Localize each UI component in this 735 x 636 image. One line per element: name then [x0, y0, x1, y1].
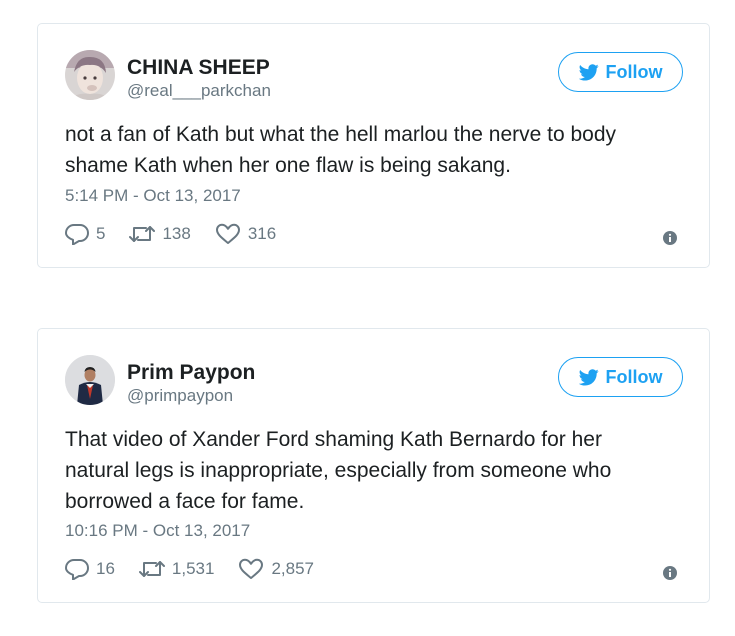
twitter-bird-icon — [578, 63, 599, 80]
follow-button[interactable]: Follow — [558, 52, 683, 92]
reply-icon — [65, 559, 89, 580]
heart-icon — [239, 558, 264, 579]
user-handle[interactable]: @primpaypon — [127, 386, 233, 406]
heart-icon — [215, 223, 240, 244]
display-name[interactable]: CHINA SHEEP — [127, 56, 270, 80]
retweet-count: 138 — [162, 224, 191, 243]
reply-action[interactable]: 16 — [65, 558, 115, 580]
user-handle[interactable]: @real___parkchan — [127, 81, 271, 101]
avatar[interactable] — [65, 355, 115, 405]
info-icon[interactable] — [663, 231, 677, 245]
display-name[interactable]: Prim Paypon — [127, 361, 255, 385]
reply-icon — [65, 224, 89, 245]
twitter-bird-icon — [578, 368, 599, 385]
retweet-icon — [129, 226, 156, 242]
follow-label: Follow — [605, 366, 663, 387]
reply-count: 5 — [96, 224, 106, 243]
follow-button[interactable]: Follow — [558, 357, 683, 397]
action-bar: 5 138 316 — [65, 223, 300, 245]
action-bar: 16 1,531 2,857 — [65, 558, 338, 580]
follow-label: Follow — [605, 61, 663, 82]
like-count: 316 — [247, 224, 277, 243]
tweet-card: CHINA SHEEP @real___parkchan Follow not … — [37, 23, 710, 268]
reply-action[interactable]: 5 — [65, 223, 105, 245]
timestamp[interactable]: 10:16 PM - Oct 13, 2017 — [65, 521, 250, 541]
retweet-action[interactable]: 138 — [129, 224, 191, 244]
retweet-action[interactable]: 1,531 — [138, 559, 215, 579]
avatar[interactable] — [65, 50, 115, 100]
tweet-text: not a fan of Kath but what the hell marl… — [65, 123, 617, 177]
reply-count: 16 — [96, 559, 115, 578]
like-action[interactable]: 2,857 — [238, 558, 314, 580]
like-count: 2,857 — [271, 559, 315, 578]
tweet-text: That video of Xander Ford shaming Kath B… — [65, 428, 612, 513]
retweet-icon — [138, 561, 165, 577]
info-icon[interactable] — [663, 566, 677, 580]
like-action[interactable]: 316 — [215, 223, 276, 245]
tweet-card: Prim Paypon @primpaypon Follow That vide… — [37, 328, 710, 603]
timestamp[interactable]: 5:14 PM - Oct 13, 2017 — [65, 186, 241, 206]
retweet-count: 1,531 — [171, 559, 215, 578]
